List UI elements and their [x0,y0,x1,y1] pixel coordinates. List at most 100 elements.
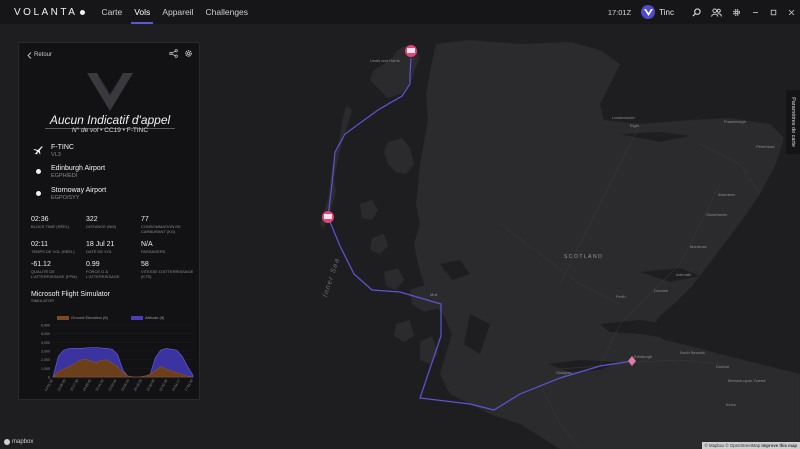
stat-passengers: N/A PASSAGERS [141,240,196,254]
map-label-montrose: Montrose [690,244,707,249]
map-label-scotland: SCOTLAND [564,254,604,260]
stat-label: QUALITÉ DE L'ATTERRISSAGE (FPM) [31,269,77,279]
stat-flight-time: 02:11 TEMPS DE VOL (RÉEL) [31,240,86,254]
stat-value: 77 [141,216,149,223]
flight-number-label: N° de vol [71,127,99,134]
stat-label: BLOCK TIME (RÉEL) [31,224,70,229]
stat-row: -61.12 QUALITÉ DE L'ATTERRISSAGE (FPM) 0.… [31,260,196,279]
map-settings-label: Paramètres de carte [790,97,797,147]
map-label-peterhead: Peterhead [756,144,775,149]
nav-appareil[interactable]: Appareil [156,0,199,24]
map-label-edinburgh: Edinburgh [634,354,653,359]
nav-vols[interactable]: Vols [128,0,156,24]
stat-value: 0.99 [86,261,100,268]
flight-details-panel: Retour Aucun Indicatif d'appel N° de vol… [18,42,200,400]
simulator-name: Microsoft Flight Simulator [31,291,110,298]
legend-swatch [131,315,143,320]
stat-row: 02:36 BLOCK TIME (RÉEL) 322 DISTANCE (NM) … [31,215,196,234]
airplane-icon [33,145,43,155]
stat-date: 18 Jul 21 DATE DE VOL [86,240,141,254]
gear-icon[interactable] [726,0,746,24]
y-tick-label: 3,000 [41,350,50,354]
stat-label: DISTANCE (NM) [86,224,116,229]
altitude-chart[interactable]: Ground Elevation (ft) Altitude (ft) 6,00… [27,313,197,395]
main-nav: Carte Vols Appareil Challenges [95,0,254,24]
x-tick-label: 16:54:17 [171,378,181,392]
stat-label: CONSOMMATION DE CARBURANT (KG) [141,224,181,234]
logo-dot-icon [80,9,86,15]
destination-airport: Stornoway Airport [51,187,107,194]
map-label-north-berwick: North Berwick [680,350,705,355]
panel-settings-icon[interactable] [184,49,193,58]
map-label-mull: Mull [430,292,438,297]
friends-icon[interactable] [706,0,726,24]
waypoint-pin [322,211,334,223]
origin-airport: Edinburgh Airport [51,165,106,172]
y-tick-label: 1,000 [41,367,50,371]
origin-code: EGPH/EDI [51,173,78,179]
search-icon[interactable] [686,0,706,24]
mapbox-logo[interactable]: mapbox [4,439,33,445]
map-label-perth: Perth [616,294,626,299]
map-label-dundee: Dundee [654,288,669,293]
volanta-watermark-icon [87,73,133,111]
attribution-text[interactable]: © Mapbox © OpenStreetMap [705,443,761,448]
stat-value: 322 [86,216,98,223]
chevron-left-icon [27,51,32,59]
stat-value: 18 Jul 21 [86,241,115,248]
altitude-chart-svg: 6,0005,0004,0003,0002,0001,000014:51:32 1… [41,324,194,392]
map-label-dunbar: Dunbar [716,364,730,369]
app-logo[interactable]: VOLANTA [14,7,86,18]
stat-distance: 322 DISTANCE (NM) [86,215,141,234]
map-settings-tab[interactable]: Paramètres de carte [786,90,800,154]
nav-challenges[interactable]: Challenges [200,0,255,24]
x-tick-label: 15:05:50 [57,378,67,392]
maximize-icon[interactable] [764,0,782,24]
stat-label: VITESSE D'ATTERRISSAGE (KTS) [141,269,194,279]
stat-label: PASSAGERS [141,249,166,254]
x-tick-label: 15:29:42 [82,378,92,392]
x-tick-label: 17:01:42 [184,378,194,392]
close-icon[interactable] [782,0,800,24]
y-tick-label: 2,000 [41,358,50,362]
back-button[interactable]: Retour [27,51,52,59]
share-icon[interactable] [169,49,178,58]
origin-row[interactable]: Edinburgh Airport EGPH/EDI [33,165,105,180]
top-right-controls: 17:01Z Tinc [608,0,800,24]
improve-map-link[interactable]: Improve this map [761,443,797,448]
map-label-fraserburgh: Fraserburgh [724,119,746,124]
y-tick-label: 5,000 [41,332,50,336]
x-tick-label: 16:42:25 [158,378,168,392]
legend-label: Ground Elevation (ft) [71,315,108,320]
stat-value: -61.12 [31,261,51,268]
legend-label: Altitude (ft) [145,315,165,320]
stat-value: 02:11 [31,241,48,248]
x-tick-label: 15:53:44 [107,378,117,392]
stat-row: 02:11 TEMPS DE VOL (RÉEL) 18 Jul 21 DATE D… [31,240,196,254]
aircraft-registration: F-TINC [51,144,74,151]
avatar[interactable] [641,5,656,19]
flight-number-line: N° de vol • CC19 • F-TINC [19,127,201,134]
aircraft-type: VL3 [51,152,61,158]
x-tick-label: 15:41:52 [95,378,105,392]
stat-label: DATE DE VOL [86,249,113,254]
stat-g-force: 0.99 FORCE G À L'ATTERRISSAGE [86,260,141,279]
x-tick-label: 16:06:25 [120,378,130,392]
map-attribution: © Mapbox © OpenStreetMap Improve this ma… [701,442,800,449]
legend-ground[interactable]: Ground Elevation (ft) [57,315,108,320]
stat-block-time: 02:36 BLOCK TIME (RÉEL) [31,215,86,234]
destination-dot-icon [35,190,41,196]
callsign-title: Aucun Indicatif d'appel [49,113,171,127]
simulator-info: Microsoft Flight Simulator SIMULATOR [31,291,110,303]
aircraft-row: F-TINC VL3 [33,144,74,159]
nav-carte[interactable]: Carte [95,0,128,24]
destination-row[interactable]: Stornoway Airport EGPO/SYY [33,187,106,202]
x-tick-label: 14:51:32 [44,378,54,392]
destination-code: EGPO/SYY [51,195,80,201]
minimize-icon[interactable] [746,0,764,24]
stat-value: N/A [141,241,153,248]
user-name[interactable]: Tinc [659,8,674,17]
map-label-berwick: Berwick-upon-Tweed [728,378,766,383]
map-label-aberdeen: Aberdeen [718,192,736,197]
legend-altitude[interactable]: Altitude (ft) [131,315,164,320]
